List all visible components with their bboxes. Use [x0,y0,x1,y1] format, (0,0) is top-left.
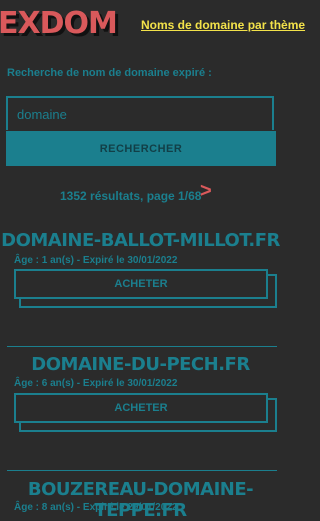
domain-name[interactable]: DOMAINE-DU-PECH.FR [0,354,281,375]
search-button[interactable]: RECHERCHER [6,131,276,166]
search-label: Recherche de nom de domaine expiré : [7,67,212,79]
nav-link-themes[interactable]: Noms de domaine par thème [141,18,305,32]
results-count: 1352 résultats, page 1/68 [60,189,202,203]
divider [7,470,277,471]
search-input[interactable] [6,96,274,130]
domain-name[interactable]: BOUZEREAU-DOMAINE-TEPPE.FR [0,479,281,521]
domain-meta: Âge : 8 an(s) - Expiré le 29/01/2022 [14,502,178,513]
domain-name[interactable]: DOMAINE-BALLOT-MILLOT.FR [0,230,281,251]
header: EXDOM Noms de domaine par thème [0,0,305,52]
divider [7,346,277,347]
buy-button[interactable]: ACHETER [14,269,268,299]
domain-meta: Âge : 1 an(s) - Expiré le 30/01/2022 [14,255,178,266]
domain-meta: Âge : 6 an(s) - Expiré le 30/01/2022 [14,378,178,389]
next-page-arrow-icon[interactable]: > [200,180,212,203]
site-logo[interactable]: EXDOM [0,6,118,41]
buy-button[interactable]: ACHETER [14,393,268,423]
